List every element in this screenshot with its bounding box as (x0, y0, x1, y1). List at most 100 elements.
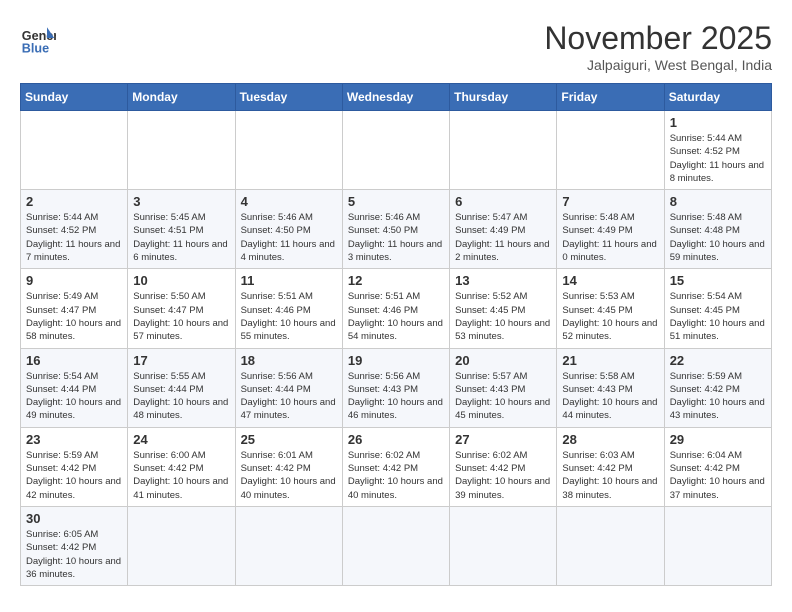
day-number: 4 (241, 194, 337, 209)
day-number: 17 (133, 353, 229, 368)
calendar-cell (21, 111, 128, 190)
calendar-cell: 25 Sunrise: 6:01 AM Sunset: 4:42 PM Dayli… (235, 427, 342, 506)
day-number: 18 (241, 353, 337, 368)
calendar-cell: 18 Sunrise: 5:56 AM Sunset: 4:44 PM Dayli… (235, 348, 342, 427)
day-info: Sunrise: 6:01 AM Sunset: 4:42 PM Dayligh… (241, 449, 337, 502)
day-number: 10 (133, 273, 229, 288)
col-header-thursday: Thursday (450, 84, 557, 111)
month-title: November 2025 (544, 20, 772, 57)
day-info: Sunrise: 5:46 AM Sunset: 4:50 PM Dayligh… (348, 211, 444, 264)
col-header-tuesday: Tuesday (235, 84, 342, 111)
calendar-cell: 16 Sunrise: 5:54 AM Sunset: 4:44 PM Dayli… (21, 348, 128, 427)
calendar-week-row: 30 Sunrise: 6:05 AM Sunset: 4:42 PM Dayli… (21, 506, 772, 585)
calendar-cell (128, 111, 235, 190)
day-number: 1 (670, 115, 766, 130)
day-info: Sunrise: 5:57 AM Sunset: 4:43 PM Dayligh… (455, 370, 551, 423)
day-info: Sunrise: 5:48 AM Sunset: 4:48 PM Dayligh… (670, 211, 766, 264)
day-number: 25 (241, 432, 337, 447)
day-info: Sunrise: 5:54 AM Sunset: 4:44 PM Dayligh… (26, 370, 122, 423)
calendar-cell: 26 Sunrise: 6:02 AM Sunset: 4:42 PM Dayli… (342, 427, 449, 506)
logo: General Blue (20, 20, 56, 56)
calendar-cell (342, 506, 449, 585)
location: Jalpaiguri, West Bengal, India (544, 57, 772, 73)
calendar-cell (235, 111, 342, 190)
day-number: 23 (26, 432, 122, 447)
day-info: Sunrise: 5:51 AM Sunset: 4:46 PM Dayligh… (241, 290, 337, 343)
day-number: 19 (348, 353, 444, 368)
day-info: Sunrise: 5:46 AM Sunset: 4:50 PM Dayligh… (241, 211, 337, 264)
day-number: 14 (562, 273, 658, 288)
logo-icon: General Blue (20, 20, 56, 56)
day-info: Sunrise: 5:54 AM Sunset: 4:45 PM Dayligh… (670, 290, 766, 343)
calendar-cell: 15 Sunrise: 5:54 AM Sunset: 4:45 PM Dayli… (664, 269, 771, 348)
day-number: 27 (455, 432, 551, 447)
calendar-cell: 2 Sunrise: 5:44 AM Sunset: 4:52 PM Daylig… (21, 190, 128, 269)
day-number: 26 (348, 432, 444, 447)
day-info: Sunrise: 5:56 AM Sunset: 4:43 PM Dayligh… (348, 370, 444, 423)
day-info: Sunrise: 5:44 AM Sunset: 4:52 PM Dayligh… (26, 211, 122, 264)
page-header: General Blue November 2025 Jalpaiguri, W… (20, 20, 772, 73)
col-header-sunday: Sunday (21, 84, 128, 111)
day-info: Sunrise: 5:56 AM Sunset: 4:44 PM Dayligh… (241, 370, 337, 423)
calendar-cell: 22 Sunrise: 5:59 AM Sunset: 4:42 PM Dayli… (664, 348, 771, 427)
calendar-cell (557, 506, 664, 585)
calendar-cell: 11Sunrise: 5:51 AM Sunset: 4:46 PM Dayli… (235, 269, 342, 348)
day-info: Sunrise: 6:04 AM Sunset: 4:42 PM Dayligh… (670, 449, 766, 502)
title-block: November 2025 Jalpaiguri, West Bengal, I… (544, 20, 772, 73)
calendar-week-row: 16 Sunrise: 5:54 AM Sunset: 4:44 PM Dayli… (21, 348, 772, 427)
calendar-cell: 5 Sunrise: 5:46 AM Sunset: 4:50 PM Daylig… (342, 190, 449, 269)
calendar-cell: 30 Sunrise: 6:05 AM Sunset: 4:42 PM Dayli… (21, 506, 128, 585)
calendar-cell (450, 506, 557, 585)
calendar-cell: 8 Sunrise: 5:48 AM Sunset: 4:48 PM Daylig… (664, 190, 771, 269)
day-number: 13 (455, 273, 551, 288)
col-header-saturday: Saturday (664, 84, 771, 111)
calendar-cell: 12 Sunrise: 5:51 AM Sunset: 4:46 PM Dayli… (342, 269, 449, 348)
day-info: Sunrise: 5:50 AM Sunset: 4:47 PM Dayligh… (133, 290, 229, 343)
calendar-cell (450, 111, 557, 190)
calendar-cell (342, 111, 449, 190)
day-number: 15 (670, 273, 766, 288)
day-number: 16 (26, 353, 122, 368)
day-number: 3 (133, 194, 229, 209)
day-number: 8 (670, 194, 766, 209)
day-number: 5 (348, 194, 444, 209)
calendar-week-row: 9Sunrise: 5:49 AM Sunset: 4:47 PM Daylig… (21, 269, 772, 348)
calendar-cell: 19 Sunrise: 5:56 AM Sunset: 4:43 PM Dayli… (342, 348, 449, 427)
day-info: Sunrise: 6:03 AM Sunset: 4:42 PM Dayligh… (562, 449, 658, 502)
calendar-cell (557, 111, 664, 190)
day-info: Sunrise: 5:45 AM Sunset: 4:51 PM Dayligh… (133, 211, 229, 264)
day-info: Sunrise: 6:00 AM Sunset: 4:42 PM Dayligh… (133, 449, 229, 502)
day-info: Sunrise: 6:05 AM Sunset: 4:42 PM Dayligh… (26, 528, 122, 581)
day-info: Sunrise: 5:52 AM Sunset: 4:45 PM Dayligh… (455, 290, 551, 343)
day-info: Sunrise: 5:59 AM Sunset: 4:42 PM Dayligh… (670, 370, 766, 423)
day-info: Sunrise: 6:02 AM Sunset: 4:42 PM Dayligh… (455, 449, 551, 502)
calendar-table: SundayMondayTuesdayWednesdayThursdayFrid… (20, 83, 772, 586)
calendar-cell: 9Sunrise: 5:49 AM Sunset: 4:47 PM Daylig… (21, 269, 128, 348)
calendar-cell: 24 Sunrise: 6:00 AM Sunset: 4:42 PM Dayli… (128, 427, 235, 506)
calendar-cell: 3 Sunrise: 5:45 AM Sunset: 4:51 PM Daylig… (128, 190, 235, 269)
day-number: 22 (670, 353, 766, 368)
calendar-cell: 6Sunrise: 5:47 AM Sunset: 4:49 PM Daylig… (450, 190, 557, 269)
day-info: Sunrise: 5:55 AM Sunset: 4:44 PM Dayligh… (133, 370, 229, 423)
day-info: Sunrise: 5:44 AM Sunset: 4:52 PM Dayligh… (670, 132, 766, 185)
calendar-cell (235, 506, 342, 585)
day-number: 2 (26, 194, 122, 209)
calendar-cell: 7Sunrise: 5:48 AM Sunset: 4:49 PM Daylig… (557, 190, 664, 269)
calendar-cell: 20 Sunrise: 5:57 AM Sunset: 4:43 PM Dayli… (450, 348, 557, 427)
day-info: Sunrise: 6:02 AM Sunset: 4:42 PM Dayligh… (348, 449, 444, 502)
calendar-week-row: 2 Sunrise: 5:44 AM Sunset: 4:52 PM Daylig… (21, 190, 772, 269)
day-number: 29 (670, 432, 766, 447)
day-info: Sunrise: 5:51 AM Sunset: 4:46 PM Dayligh… (348, 290, 444, 343)
day-info: Sunrise: 5:47 AM Sunset: 4:49 PM Dayligh… (455, 211, 551, 264)
calendar-cell: 28Sunrise: 6:03 AM Sunset: 4:42 PM Dayli… (557, 427, 664, 506)
day-number: 20 (455, 353, 551, 368)
col-header-friday: Friday (557, 84, 664, 111)
calendar-cell (128, 506, 235, 585)
day-number: 30 (26, 511, 122, 526)
calendar-week-row: 1 Sunrise: 5:44 AM Sunset: 4:52 PM Daylig… (21, 111, 772, 190)
calendar-cell: 14Sunrise: 5:53 AM Sunset: 4:45 PM Dayli… (557, 269, 664, 348)
day-number: 24 (133, 432, 229, 447)
day-number: 12 (348, 273, 444, 288)
calendar-cell: 21Sunrise: 5:58 AM Sunset: 4:43 PM Dayli… (557, 348, 664, 427)
calendar-cell: 29 Sunrise: 6:04 AM Sunset: 4:42 PM Dayli… (664, 427, 771, 506)
